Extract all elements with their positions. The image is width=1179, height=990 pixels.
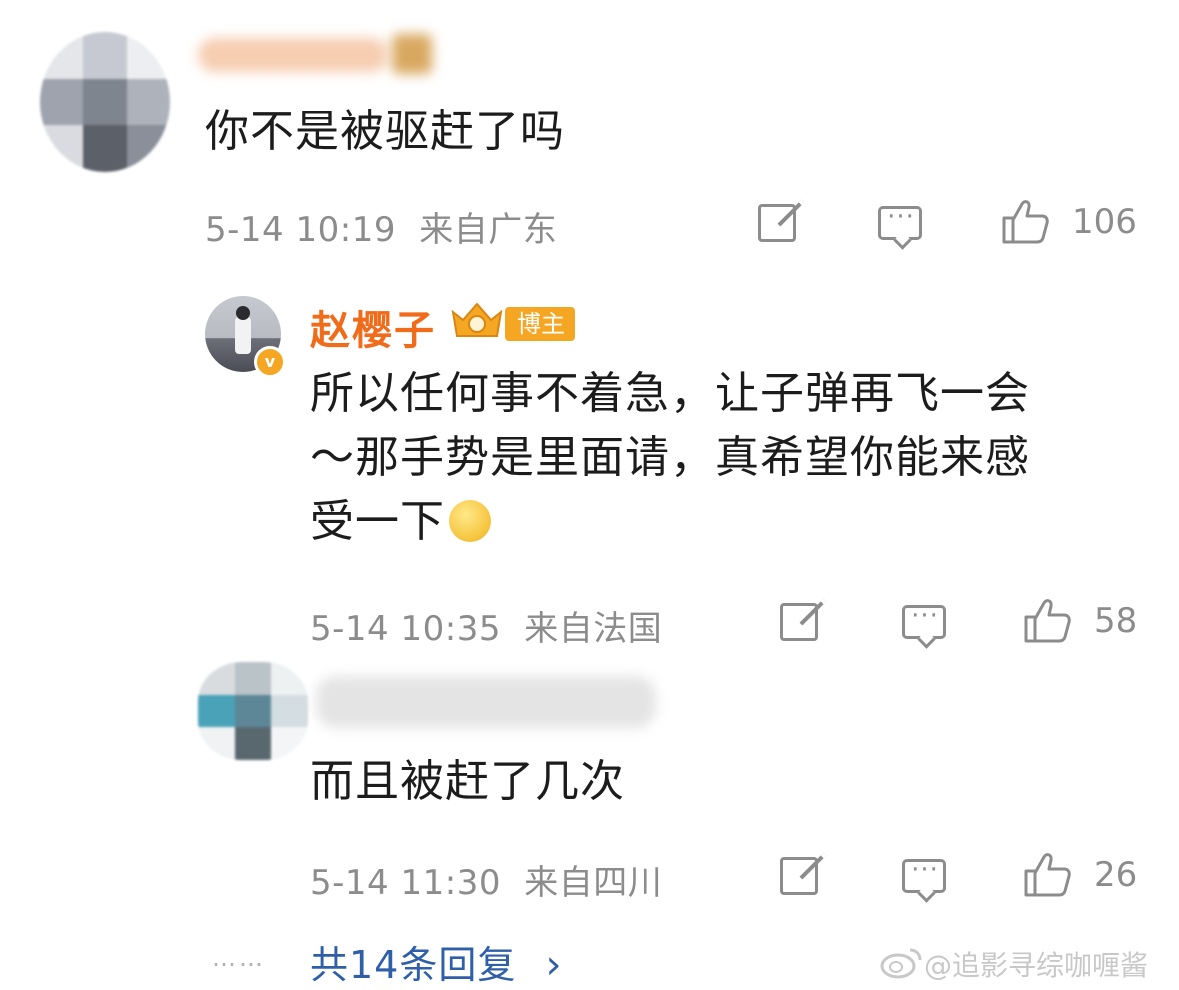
comment-time: 5-14 10:19 <box>205 210 396 250</box>
watermark: @追影寻综咖喱酱 <box>924 949 1149 982</box>
like-count: 106 <box>1072 202 1137 242</box>
comment-icon[interactable] <box>902 599 946 639</box>
replies-label: 共14条回复 <box>310 943 517 987</box>
chevron-right-icon: › <box>545 942 563 988</box>
like-icon[interactable] <box>1022 595 1072 645</box>
like-count: 26 <box>1094 855 1138 895</box>
avatar-commenter-3[interactable] <box>198 662 308 760</box>
reply-text-line: ～那手势是里面请，真希望你能来感 <box>310 432 1030 483</box>
share-edit-icon[interactable] <box>780 603 818 641</box>
reply-text-line: 受一下 <box>310 496 445 547</box>
comment-icon[interactable] <box>878 200 922 240</box>
share-edit-icon[interactable] <box>780 857 818 895</box>
reply-meta: 5-14 11:30 来自四川 <box>310 855 662 904</box>
reply-time: 5-14 10:35 <box>310 609 501 649</box>
commenter-3-name-blurred[interactable] <box>316 676 656 728</box>
commenter-1-badge-blurred <box>392 34 432 74</box>
crown-icon <box>451 302 503 337</box>
reply-text-line-last: 受一下 <box>310 490 1130 554</box>
smiley-emoji <box>449 500 491 542</box>
reply-location: 来自四川 <box>524 863 663 903</box>
share-edit-icon[interactable] <box>758 204 796 242</box>
view-replies-link[interactable]: 共14条回复 › <box>310 934 562 989</box>
like-icon[interactable] <box>1022 849 1072 899</box>
blogger-badge: 博主 <box>505 307 575 341</box>
reply-location: 来自法国 <box>524 609 663 649</box>
reply-text: 所以任何事不着急，让子弹再飞一会 ～那手势是里面请，真希望你能来感 受一下 <box>310 362 1130 554</box>
commenter-1-name-blurred[interactable] <box>198 38 388 72</box>
verified-badge-icon: v <box>254 346 286 378</box>
like-count: 58 <box>1094 601 1138 641</box>
blogger-name[interactable]: 赵樱子 <box>310 298 436 356</box>
reply-meta: 5-14 10:35 来自法国 <box>310 601 662 650</box>
avatar-commenter-1[interactable] <box>40 32 170 172</box>
reply-text-line: 所以任何事不着急，让子弹再飞一会 <box>310 368 1030 419</box>
comment-text: 你不是被驱赶了吗 <box>205 106 565 157</box>
weibo-logo-icon <box>880 948 922 979</box>
reply-text: 而且被赶了几次 <box>310 756 625 807</box>
like-icon[interactable] <box>1000 196 1050 246</box>
comment-icon[interactable] <box>902 853 946 893</box>
thread-dots: …… <box>212 944 266 972</box>
comment-location: 来自广东 <box>419 210 558 250</box>
reply-time: 5-14 11:30 <box>310 863 501 903</box>
comment-meta: 5-14 10:19 来自广东 <box>205 202 557 251</box>
